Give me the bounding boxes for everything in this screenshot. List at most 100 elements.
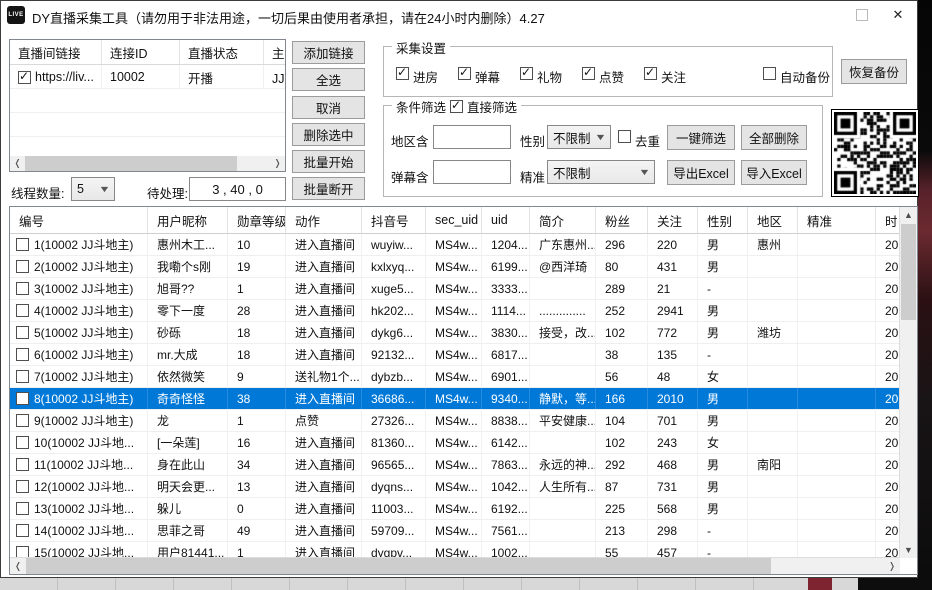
cell-sec: MS4w... bbox=[426, 366, 482, 387]
cell-nick: [一朵莲] bbox=[148, 432, 228, 453]
cell-level: 38 bbox=[228, 388, 286, 409]
restore-backup-button[interactable]: 恢复备份 bbox=[841, 59, 907, 84]
delete-all-button[interactable]: 全部删除 bbox=[741, 125, 807, 150]
user-col-header[interactable]: 关注 bbox=[648, 207, 698, 233]
cell-precise bbox=[798, 344, 876, 365]
like-checkbox[interactable] bbox=[582, 67, 595, 80]
cell-level: 49 bbox=[228, 520, 286, 541]
export-excel-button[interactable]: 导出Excel bbox=[667, 160, 735, 185]
user-table-vscrollbar[interactable]: ▲ ▼ bbox=[899, 207, 917, 558]
row-checkbox[interactable] bbox=[16, 436, 29, 449]
user-col-header[interactable]: 编号 bbox=[10, 207, 148, 233]
one-key-filter-button[interactable]: 一键筛选 bbox=[667, 125, 735, 150]
link-row[interactable]: https://liv...10002开播JJ斗 bbox=[10, 65, 285, 89]
enter-room-checkbox[interactable] bbox=[396, 67, 409, 80]
delete-selected-button[interactable]: 删除选中 bbox=[292, 123, 365, 146]
region-contains-input[interactable] bbox=[433, 125, 511, 149]
cell-region bbox=[748, 410, 798, 431]
danmu-checkbox[interactable] bbox=[458, 67, 471, 80]
user-col-header[interactable]: 粉丝 bbox=[596, 207, 648, 233]
cell-action: 进入直播间 bbox=[286, 498, 362, 519]
cell-precise bbox=[798, 322, 876, 343]
user-col-header[interactable]: 动作 bbox=[286, 207, 362, 233]
filter-group-legend: 条件筛选 直接筛选 bbox=[392, 97, 521, 116]
table-row[interactable]: 11(10002 JJ斗地...身在此山34进入直播间96565...MS4w.… bbox=[10, 454, 900, 476]
row-checkbox[interactable] bbox=[16, 304, 29, 317]
import-excel-button[interactable]: 导入Excel bbox=[741, 160, 807, 185]
scroll-right-icon[interactable]: ❭ bbox=[884, 558, 900, 574]
cell-no: 11(10002 JJ斗地... bbox=[10, 454, 148, 475]
cell-douyin: 59709... bbox=[362, 520, 426, 541]
thread-count-select[interactable]: 5 ▼ bbox=[71, 177, 115, 201]
filter-title: 条件筛选 bbox=[396, 97, 446, 116]
scroll-thumb[interactable] bbox=[26, 558, 771, 574]
table-row[interactable]: 2(10002 JJ斗地主)我嘞个s刚19进入直播间kxlxyq...MS4w.… bbox=[10, 256, 900, 278]
scroll-left-icon[interactable]: ❬ bbox=[10, 558, 26, 574]
row-checkbox[interactable] bbox=[16, 238, 29, 251]
user-col-header[interactable]: 抖音号 bbox=[362, 207, 426, 233]
user-col-header[interactable]: sec_uid bbox=[426, 207, 482, 233]
table-row[interactable]: 5(10002 JJ斗地主)砂砾18进入直播间dykg6...MS4w...38… bbox=[10, 322, 900, 344]
follow-checkbox[interactable] bbox=[644, 67, 657, 80]
precise-select[interactable]: 不限制 ▼ bbox=[547, 160, 655, 184]
add-link-button[interactable]: 添加链接 bbox=[292, 41, 365, 64]
gift-checkbox[interactable] bbox=[520, 67, 533, 80]
cell-action: 进入直播间 bbox=[286, 300, 362, 321]
table-row[interactable]: 14(10002 JJ斗地...思菲之哥49进入直播间59709...MS4w.… bbox=[10, 520, 900, 542]
row-checkbox[interactable] bbox=[16, 502, 29, 515]
table-row[interactable]: 8(10002 JJ斗地主)奇奇怪怪38进入直播间36686...MS4w...… bbox=[10, 388, 900, 410]
cell-intro: 静默，等... bbox=[530, 388, 596, 409]
scroll-left-icon[interactable]: ❬ bbox=[10, 156, 25, 171]
user-col-header[interactable]: 简介 bbox=[530, 207, 596, 233]
table-row[interactable]: 12(10002 JJ斗地...明天会更...13进入直播间dyqns...MS… bbox=[10, 476, 900, 498]
row-checkbox[interactable] bbox=[16, 326, 29, 339]
gender-select[interactable]: 不限制 ▼ bbox=[547, 125, 611, 149]
row-checkbox[interactable] bbox=[16, 458, 29, 471]
table-row[interactable]: 13(10002 JJ斗地...躲儿0进入直播间11003...MS4w...6… bbox=[10, 498, 900, 520]
cell-douyin: 92132... bbox=[362, 344, 426, 365]
cell-gender: 男 bbox=[698, 322, 748, 343]
table-row[interactable]: 6(10002 JJ斗地主)mr.大成18进入直播间92132...MS4w..… bbox=[10, 344, 900, 366]
row-checkbox[interactable] bbox=[16, 260, 29, 273]
link-row-checkbox[interactable] bbox=[18, 71, 31, 84]
batch-stop-button[interactable]: 批量断开 bbox=[292, 177, 365, 200]
dedup-checkbox[interactable] bbox=[618, 130, 631, 143]
row-checkbox[interactable] bbox=[16, 480, 29, 493]
table-row[interactable]: 3(10002 JJ斗地主)旭哥??1进入直播间xuge5...MS4w...3… bbox=[10, 278, 900, 300]
maximize-button[interactable] bbox=[844, 1, 880, 29]
direct-filter-checkbox[interactable] bbox=[450, 100, 463, 113]
table-row[interactable]: 10(10002 JJ斗地...[一朵莲]16进入直播间81360...MS4w… bbox=[10, 432, 900, 454]
cell-link: https://liv... bbox=[10, 65, 102, 89]
user-col-header[interactable]: 性别 bbox=[698, 207, 748, 233]
cancel-button[interactable]: 取消 bbox=[292, 96, 365, 119]
row-checkbox[interactable] bbox=[16, 348, 29, 361]
link-table-hscrollbar[interactable]: ❬ ❭ bbox=[10, 156, 285, 171]
scroll-thumb[interactable] bbox=[25, 156, 237, 171]
table-row[interactable]: 9(10002 JJ斗地主)龙1点赞27326...MS4w...8838...… bbox=[10, 410, 900, 432]
auto-backup-checkbox[interactable] bbox=[763, 67, 776, 80]
danmu-contains-input[interactable] bbox=[433, 160, 511, 184]
enter-room-label: 进房 bbox=[413, 67, 438, 86]
select-all-button[interactable]: 全选 bbox=[292, 68, 365, 91]
scroll-down-icon[interactable]: ▼ bbox=[900, 542, 917, 558]
user-table-hscrollbar[interactable]: ❬ ❭ bbox=[10, 557, 900, 574]
user-col-header[interactable]: 用户昵称 bbox=[148, 207, 228, 233]
table-row[interactable]: 7(10002 JJ斗地主)依然微笑9送礼物1个...dybzb...MS4w.… bbox=[10, 366, 900, 388]
scroll-thumb[interactable] bbox=[901, 224, 916, 320]
row-checkbox[interactable] bbox=[16, 524, 29, 537]
row-checkbox[interactable] bbox=[16, 282, 29, 295]
user-col-header[interactable]: 地区 bbox=[748, 207, 798, 233]
row-checkbox[interactable] bbox=[16, 392, 29, 405]
row-checkbox[interactable] bbox=[16, 370, 29, 383]
row-checkbox[interactable] bbox=[16, 414, 29, 427]
batch-start-button[interactable]: 批量开始 bbox=[292, 150, 365, 173]
scroll-right-icon[interactable]: ❭ bbox=[270, 156, 285, 171]
user-col-header[interactable]: uid bbox=[482, 207, 530, 233]
table-row[interactable]: 4(10002 JJ斗地主)零下一度28进入直播间hk202...MS4w...… bbox=[10, 300, 900, 322]
cell-region bbox=[748, 432, 798, 453]
table-row[interactable]: 1(10002 JJ斗地主)惠州木工...10进入直播间wuyiw...MS4w… bbox=[10, 234, 900, 256]
scroll-up-icon[interactable]: ▲ bbox=[900, 207, 917, 223]
close-button[interactable]: ✕ bbox=[880, 1, 916, 29]
user-col-header[interactable]: 勋章等级 bbox=[228, 207, 286, 233]
user-col-header[interactable]: 精准 bbox=[798, 207, 876, 233]
